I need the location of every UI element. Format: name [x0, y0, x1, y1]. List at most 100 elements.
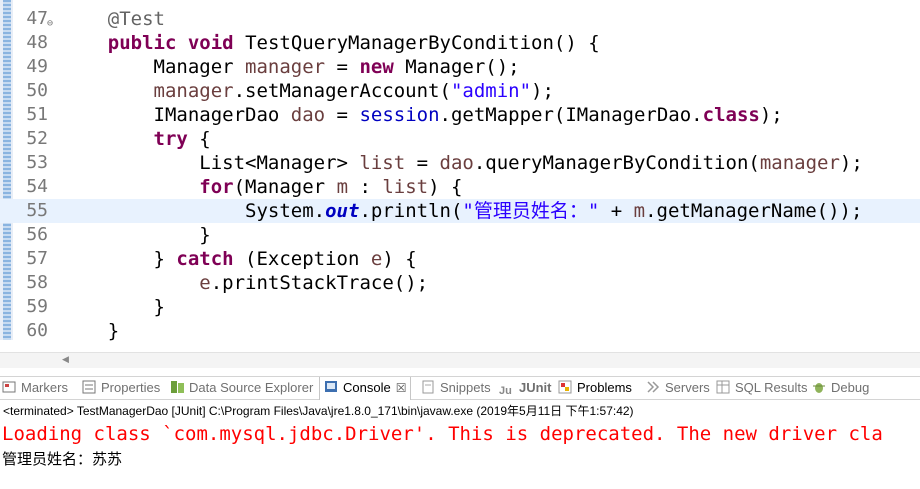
code-line[interactable]: 60 } [0, 319, 920, 343]
code-token: dao [439, 152, 474, 174]
code-token: .getMapper(IManagerDao. [439, 104, 703, 126]
code-token: TestQueryManagerByCondition() { [233, 32, 600, 54]
code-line[interactable]: 59 } [0, 295, 920, 319]
code-line[interactable]: 48 public void TestQueryManagerByConditi… [0, 31, 920, 55]
code-editor[interactable]: 47 ⊖ @Test 48 public void TestQueryManager… [0, 0, 920, 352]
code-line[interactable]: 54 for(Manager m : list) { [0, 175, 920, 199]
line-number: 48 [26, 32, 48, 53]
console-process-label: <terminated> TestManagerDao [JUnit] C:\P… [0, 401, 920, 421]
close-icon[interactable]: ☒ [396, 377, 407, 399]
line-number: 52 [26, 128, 48, 149]
tab-data-source-explorer[interactable]: Data Source Explorer [170, 377, 313, 400]
code-line[interactable]: 57 } catch (Exception e) { [0, 247, 920, 271]
code-text: } [62, 223, 211, 247]
line-number: 60 [26, 320, 48, 341]
line-number: 56 [26, 224, 48, 245]
code-line[interactable]: 52 try { [0, 127, 920, 151]
code-token: out [325, 200, 360, 222]
code-text: try { [62, 127, 211, 151]
code-token: = [325, 104, 360, 126]
tab-debug[interactable]: Debug [812, 377, 869, 400]
code-token: session [359, 104, 440, 126]
code-text: List<Manager> list = dao.queryManagerByC… [62, 151, 863, 175]
tab-snippets[interactable]: Snippets [421, 377, 491, 400]
code-token: .setManagerAccount( [233, 80, 451, 102]
tab-servers[interactable]: Servers [646, 377, 710, 400]
editor-horizontal-scrollbar[interactable]: ◀ [0, 352, 920, 368]
tab-properties[interactable]: Properties [82, 377, 160, 400]
junit-icon: Ju [499, 385, 512, 397]
code-token: .getManagerName()); [645, 200, 863, 222]
code-line[interactable]: 56 } [0, 223, 920, 247]
code-line[interactable]: 50 manager.setManagerAccount("admin"); [0, 79, 920, 103]
code-token: manager [759, 152, 840, 174]
code-token: ); [531, 80, 554, 102]
line-number: 49 [26, 56, 48, 77]
code-text: for(Manager m : list) { [62, 175, 462, 199]
code-text: } [62, 295, 165, 319]
code-token: Manager(); [393, 56, 520, 78]
code-token: try [153, 128, 188, 150]
code-token: .printStackTrace(); [210, 272, 429, 294]
code-token: IManagerDao [62, 104, 291, 126]
line-number: 59 [26, 296, 48, 317]
sql-results-icon [716, 379, 731, 394]
code-token: "管理员姓名：" [462, 200, 600, 222]
code-text: e.printStackTrace(); [62, 271, 428, 295]
code-line[interactable]: 53 List<Manager> list = dao.queryManager… [0, 151, 920, 175]
code-token: } [62, 296, 165, 318]
code-line[interactable]: 47 ⊖ @Test [0, 7, 920, 31]
tab-console[interactable]: Console ☒ [319, 377, 412, 400]
snippets-icon [421, 379, 436, 394]
tab-markers[interactable]: Markers [2, 377, 68, 400]
console-icon [324, 379, 339, 393]
code-token: dao [290, 104, 326, 126]
code-token: ) { [382, 248, 417, 270]
code-token: public [107, 32, 177, 54]
tab-junit[interactable]: Ju JUnit [499, 377, 552, 400]
code-token: List<Manager> [62, 152, 360, 174]
code-token: + [599, 200, 634, 222]
code-token: m [336, 176, 349, 198]
code-token: .queryManagerByCondition( [473, 152, 760, 174]
code-token: } [62, 248, 177, 270]
code-token: list [359, 152, 406, 174]
code-line[interactable]: 49 Manager manager = new Manager(); [0, 55, 920, 79]
line-number: 58 [26, 272, 48, 293]
code-token: class [702, 104, 760, 126]
console-stdout-line: 管理员姓名：苏苏 [2, 450, 123, 468]
line-number: 53 [26, 152, 48, 173]
line-number: 47 [26, 8, 48, 29]
code-token: System. [62, 200, 326, 222]
database-icon [170, 379, 185, 393]
code-token: (Exception [233, 248, 371, 270]
code-line[interactable]: 58 e.printStackTrace(); [0, 271, 920, 295]
line-number: 55 [26, 200, 48, 221]
code-token: "admin" [450, 80, 532, 102]
code-text: @Test [62, 7, 165, 31]
scroll-left-icon[interactable]: ◀ [62, 355, 69, 365]
tab-sql-results[interactable]: SQL Results [716, 377, 808, 400]
code-token: Manager [62, 56, 246, 78]
code-token: ); [839, 152, 863, 174]
code-text: Manager manager = new Manager(); [62, 55, 520, 79]
code-token: = [405, 152, 440, 174]
console-stderr-line: Loading class `com.mysql.jdbc.Driver'. T… [2, 423, 883, 445]
code-token: @Test [107, 8, 165, 30]
code-line[interactable]: 55 System.out.println("管理员姓名：" + m.getMa… [0, 199, 920, 223]
code-token: } [62, 224, 211, 246]
code-token: list [382, 176, 429, 198]
code-line[interactable]: 51 IManagerDao dao = session.getMapper(I… [0, 103, 920, 127]
problems-icon [558, 379, 573, 394]
properties-icon [82, 379, 97, 394]
code-token: e [370, 248, 383, 270]
code-token: catch [176, 248, 234, 270]
code-text: System.out.println("管理员姓名：" + m.getManag… [62, 199, 862, 223]
tab-problems[interactable]: Problems [558, 377, 632, 400]
code-token: : [348, 176, 383, 198]
code-text: } [62, 319, 119, 343]
